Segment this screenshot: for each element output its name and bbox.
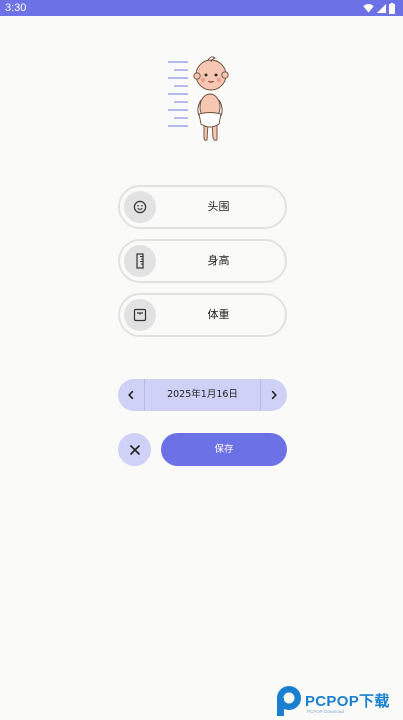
option-label: 头围 xyxy=(207,200,230,213)
option-label: 身高 xyxy=(207,254,230,267)
watermark-brand: PCPOP下载 xyxy=(305,693,390,710)
wifi-icon xyxy=(363,4,374,13)
baby-height-illustration xyxy=(168,56,229,141)
selected-date[interactable]: 2025年1月16日 xyxy=(145,379,260,411)
status-bar: 3:30 xyxy=(0,0,403,16)
battery-icon xyxy=(389,2,395,14)
option-label: 体重 xyxy=(207,308,230,321)
scale-icon xyxy=(124,299,156,331)
date-picker: 2025年1月16日 xyxy=(118,379,287,411)
option-weight[interactable]: 体重 xyxy=(118,293,287,337)
watermark-subtitle: PCPOP Download xyxy=(307,709,344,714)
next-date-button[interactable] xyxy=(260,379,287,411)
pcpop-watermark: PCPOP下载 PCPOP Download xyxy=(275,684,401,718)
face-icon xyxy=(124,191,156,223)
status-time: 3:30 xyxy=(5,2,27,14)
close-icon xyxy=(129,444,140,455)
option-head-circumference[interactable]: 头围 xyxy=(118,185,287,229)
previous-date-button[interactable] xyxy=(118,379,145,411)
signal-icon xyxy=(377,3,386,13)
status-icons xyxy=(363,2,395,14)
option-height[interactable]: 身高 xyxy=(118,239,287,283)
close-button[interactable] xyxy=(118,433,151,466)
save-button[interactable]: 保存 xyxy=(161,433,287,466)
chevron-left-icon xyxy=(128,390,134,400)
ruler-icon xyxy=(124,245,156,277)
chevron-right-icon xyxy=(271,390,277,400)
pcpop-logo-icon xyxy=(277,686,301,716)
